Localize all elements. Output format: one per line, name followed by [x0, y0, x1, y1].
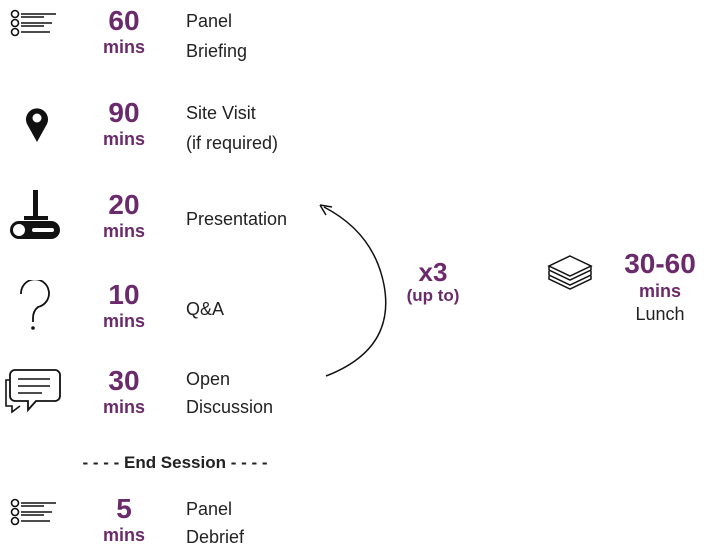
lunch-duration: 30-60	[624, 248, 696, 279]
end-session-divider: - - - - End Session - - - -	[82, 453, 268, 472]
location-pin-icon	[0, 98, 70, 158]
lunch-block: 30-60 mins Lunch	[610, 248, 704, 326]
duration-number: 30	[108, 365, 140, 396]
step-label-line2: Briefing	[186, 41, 248, 61]
repeat-label: x3 (up to)	[398, 258, 468, 306]
step-label-line2: Debrief	[186, 527, 245, 547]
duration-unit: mins	[102, 37, 145, 57]
step-label: Q&A	[186, 299, 225, 319]
row-panel-debrief: 5 mins Panel Debrief	[0, 494, 330, 554]
row-panel-briefing: 60 mins Panel Briefing	[0, 6, 330, 66]
step-label: Panel	[186, 499, 233, 519]
duration-number: 20	[108, 189, 140, 220]
step-label: Site Visit	[186, 103, 256, 123]
repeat-count: x3	[418, 257, 448, 287]
step-label: Panel	[186, 11, 233, 31]
row-presentation: 20 mins Presentation	[0, 190, 330, 250]
row-open-discussion: 30 mins Open Discussion	[0, 366, 330, 426]
row-qa: 10 mins Q&A	[0, 280, 330, 340]
duration-unit: mins	[102, 525, 145, 545]
repeat-arrow	[319, 204, 387, 377]
step-label: Presentation	[186, 209, 288, 229]
step-label: Open	[186, 369, 231, 389]
duration-unit: mins	[102, 397, 145, 417]
duration-unit: mins	[102, 221, 145, 241]
duration-number: 90	[108, 97, 140, 128]
checklist-icon	[0, 6, 70, 66]
lunch-label: Lunch	[635, 304, 685, 324]
projector-icon	[0, 190, 70, 250]
sandwich-icon	[545, 252, 595, 297]
duration-number: 5	[116, 493, 132, 524]
checklist-icon	[0, 494, 70, 554]
duration-number: 60	[108, 5, 140, 36]
question-mark-icon	[0, 280, 70, 340]
step-label-line2: (if required)	[186, 133, 279, 153]
repeat-note: (up to)	[406, 286, 460, 305]
duration-unit: mins	[102, 129, 145, 149]
step-label-line2: Discussion	[186, 397, 274, 417]
lunch-unit: mins	[638, 281, 681, 301]
speech-bubble-icon	[0, 366, 70, 426]
duration-unit: mins	[102, 311, 145, 331]
row-site-visit: 90 mins Site Visit (if required)	[0, 98, 330, 158]
duration-number: 10	[108, 279, 140, 310]
